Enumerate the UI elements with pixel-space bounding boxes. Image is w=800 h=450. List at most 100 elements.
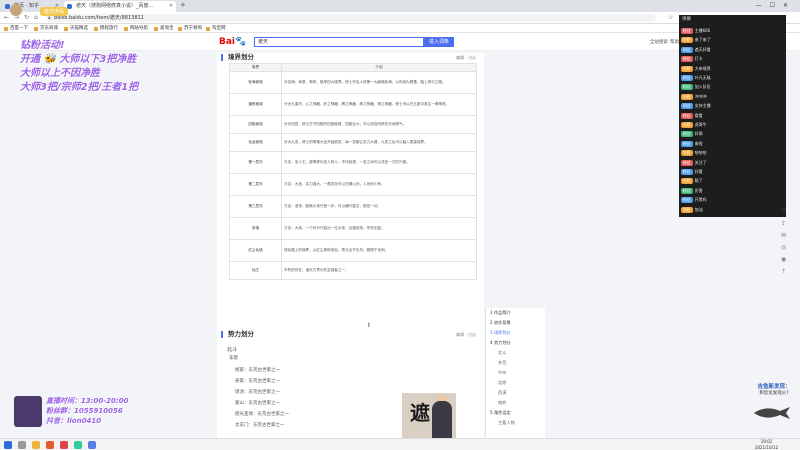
fan-badge: 粉丝 — [681, 187, 693, 194]
toc-subitem[interactable]: 北斗 — [498, 350, 506, 356]
chat-message: 粉丝 主播666 — [681, 27, 710, 35]
chat-text: 打卡 — [694, 56, 703, 62]
section-title: 境界划分 — [221, 54, 254, 61]
overlay-line: 开通 🐝 大师以下3把净胜 — [20, 54, 137, 65]
wechat-icon[interactable]: ◎ — [781, 244, 786, 251]
toc-subitem[interactable]: 东荒 — [498, 360, 506, 366]
fan-badge: 粉丝 — [681, 103, 693, 110]
chat-text: 支持主播 — [694, 103, 711, 109]
search-input[interactable]: 遮天 — [254, 37, 424, 47]
close-icon[interactable]: ✕ — [169, 1, 173, 12]
overlay-line: 钻粉活动! — [20, 40, 65, 51]
table-header: 介绍 — [281, 63, 477, 72]
bookmark-item[interactable]: 淘宝网 — [206, 24, 226, 33]
toc-subitem[interactable]: 中州 — [498, 370, 506, 376]
windows-start-icon[interactable] — [4, 441, 12, 449]
chat-text: 来啦 — [694, 140, 703, 146]
toc-subitem[interactable]: 南岭 — [498, 400, 506, 406]
share-icon[interactable]: ⇪ — [781, 220, 786, 227]
fan-badge: 粉丝 — [681, 84, 693, 91]
table-row: 帝境 又名：大帝，一个时代只能出一位大帝，证道成帝，举世无敌。 — [229, 217, 477, 240]
promo-card[interactable]: 吉鱼新发现： 和恐龙发现火? — [748, 382, 800, 396]
toc-subitem[interactable]: 北原 — [498, 380, 506, 386]
new-tab-button[interactable]: + — [180, 1, 186, 9]
toc-item[interactable]: 4 势力划分 — [490, 340, 511, 346]
table-header: 境界 — [229, 63, 282, 72]
toc-item[interactable]: 2 创作背景 — [490, 320, 511, 326]
toc-subitem[interactable]: 西漠 — [498, 390, 506, 396]
back-to-top-icon[interactable]: ⇡ — [781, 268, 786, 275]
fan-badge: 钻粉 — [681, 37, 693, 44]
fan-badge: 钻粉 — [681, 93, 693, 100]
app-taskbar-icon[interactable] — [74, 441, 82, 449]
list-item: 太玄门：东荒古世家之一 — [235, 423, 285, 428]
chat-message: 钻粉 加油 — [681, 206, 703, 214]
chat-message: 钻粉 大帝境界 — [681, 65, 711, 73]
bookmark-item[interactable]: 百度一下 — [4, 24, 28, 33]
chat-text: 虎哥牛 — [694, 122, 707, 127]
toc-subitem[interactable]: 主要人物 — [498, 420, 515, 426]
like-icon[interactable]: ♡ — [781, 208, 786, 215]
fish-icon — [754, 407, 790, 419]
chat-text: 大帝境界 — [694, 65, 711, 71]
fan-badge: 粉丝 — [681, 159, 693, 166]
system-clock[interactable]: 19:02 2021/10/12 — [755, 439, 778, 450]
chat-message: 粉丝 关注了 — [681, 159, 707, 167]
fan-badge: 钻粉 — [681, 206, 693, 213]
toc-item[interactable]: 3 境界划分 — [490, 330, 511, 336]
table-row: 仙王 不朽的存在，诸天万界中的至强者之一。 — [229, 261, 477, 280]
mouse-cursor-icon: I — [368, 322, 370, 329]
weibo-icon[interactable]: ◉ — [781, 256, 786, 263]
window-controls[interactable]: —☐✕ — [756, 0, 796, 12]
table-of-contents: 1 作品简介 2 创作背景 3 境界划分 4 势力划分 北斗 东荒 中州 北原 … — [485, 308, 545, 438]
bookmark-item[interactable]: 携程旅行 — [94, 24, 118, 33]
comment-icon[interactable]: ✉ — [781, 232, 786, 239]
list-item: 姬家：东荒古世家之一 — [235, 368, 280, 373]
bookmark-item[interactable]: 京东商城 — [34, 24, 58, 33]
chat-text: 叶凡无敌 — [694, 75, 711, 80]
bookmark-item[interactable]: 网站导航 — [124, 24, 148, 33]
overlay-line: 大师3把/宗师2把/王者1把 — [20, 82, 139, 93]
header-link[interactable]: 帮助 — [670, 39, 679, 45]
section-title: 势力划分 — [221, 331, 254, 338]
app-taskbar-icon[interactable] — [88, 441, 96, 449]
chat-message: 粉丝 遮天好看 — [681, 46, 711, 54]
stream-info-card: 直播时间：13:00-20:00 粉丝群：1055910056 抖音：lion0… — [14, 396, 154, 427]
table-row: 第二层天 又名：大圣，实力强大，一根发丝可以压塌山河，人世间少有。 — [229, 173, 477, 196]
browser-tab-bar: 首页 - 知乎 ✕ 遮天（搜狗网络修真小说）_百度... ✕ + —☐✕ — [0, 0, 800, 12]
section-tools[interactable]: 编辑 · 讨论 — [456, 55, 476, 61]
fan-group: 粉丝群：1055910056 — [46, 407, 123, 415]
toc-item[interactable]: 1 作品简介 — [490, 310, 511, 316]
list-item: 摇光圣地：东荒古世家之一 — [235, 412, 289, 417]
bookmark-item[interactable]: 爱淘宝 — [154, 24, 174, 33]
table-row: 第一层天 又名：圣人王，被尊称为圣人的人，不可轻视，一念之间可以决定一方的兴衰。 — [229, 151, 477, 174]
url-field[interactable]: 🔒︎ baike.baidu.com/item/遮天/8813811 — [46, 14, 656, 22]
fan-badge: 粉丝 — [681, 169, 693, 175]
bookmark-item[interactable]: 苏宁易购 — [178, 24, 202, 33]
chat-message: 粉丝 打卡 — [681, 55, 703, 63]
chat-text: 哈哈哈 — [694, 150, 707, 156]
file-explorer-icon[interactable] — [32, 441, 40, 449]
overlay-line: 大师以上不因净胜 — [20, 68, 100, 79]
app-taskbar-icon[interactable] — [60, 441, 68, 449]
section-tools[interactable]: 编辑 · 讨论 — [456, 332, 476, 338]
chat-message: 粉丝 看看 — [681, 112, 703, 120]
realm-table: 境界 介绍 轮海秘境 分苦海、命泉、神桥、彼岸四大境界。修士开启人体第一大秘境轮海… — [229, 63, 477, 280]
header-link[interactable]: 全站搜索 — [650, 39, 668, 45]
table-row: 化龙秘境 分为九变，修士的脊椎大龙开始蜕变，每一变都让实力大增，九变之后可以踏入更… — [229, 133, 477, 152]
chat-message: 粉丝 支持主播 — [681, 102, 711, 110]
novel-cover-image[interactable]: 遮 — [402, 393, 456, 444]
chat-message: 钻粉 哈哈哈 — [681, 149, 707, 157]
baidu-logo[interactable]: Bai🐾 — [219, 37, 246, 47]
fan-badge: 钻粉 — [681, 178, 693, 185]
chat-message: 粉丝 来啦 — [681, 140, 703, 148]
chat-message: 钻粉 稳了 — [681, 177, 703, 185]
toc-item[interactable]: 5 角色设定 — [490, 410, 511, 416]
search-icon[interactable] — [18, 441, 26, 449]
star-icon[interactable]: ☆ — [668, 14, 673, 21]
browser-taskbar-icon[interactable] — [46, 441, 54, 449]
fan-badge: 钻粉 — [681, 150, 693, 157]
chat-text: 看看 — [694, 112, 703, 118]
bookmark-item[interactable]: 天猫精选 — [64, 24, 88, 33]
search-button[interactable]: 进入词条 — [424, 37, 454, 47]
